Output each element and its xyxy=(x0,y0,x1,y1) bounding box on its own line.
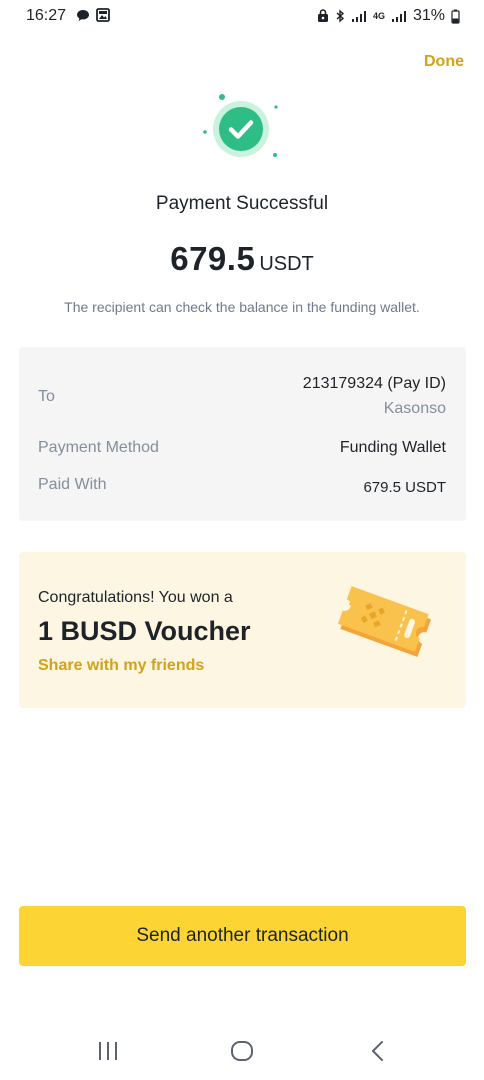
payment-method-label: Payment Method xyxy=(38,439,159,456)
status-notification-icons xyxy=(76,8,110,27)
bluetooth-icon xyxy=(335,9,345,23)
paid-with-label: Paid With xyxy=(38,476,107,493)
recipient-name: Kasonso xyxy=(383,400,446,417)
recent-apps-icon[interactable] xyxy=(88,1036,128,1066)
lock-icon xyxy=(317,9,329,23)
status-bar: 16:27 4G 31% xyxy=(0,0,484,34)
amount-currency: USDT xyxy=(259,253,314,275)
back-icon[interactable] xyxy=(358,1036,398,1066)
send-another-transaction-button[interactable]: Send another transaction xyxy=(19,906,466,966)
payment-details-card: To 213179324 (Pay ID) Kasonso Payment Me… xyxy=(19,347,466,521)
image-icon xyxy=(96,8,110,27)
voucher-congrats-text: Congratulations! You won a xyxy=(38,589,233,606)
payment-method-value: Funding Wallet xyxy=(339,439,446,456)
voucher-card: Congratulations! You won a 1 BUSD Vouche… xyxy=(19,552,466,708)
signal-icon-secondary xyxy=(391,10,407,23)
amount-value: 679.5 xyxy=(170,240,256,277)
checkmark-circle-icon xyxy=(201,94,281,164)
payment-amount: 679.5 USDT xyxy=(0,240,484,278)
done-button[interactable]: Done xyxy=(424,53,464,71)
voucher-title: 1 BUSD Voucher xyxy=(38,616,251,646)
voucher-ticket-icon xyxy=(330,586,440,666)
status-system-icons: 4G 31% xyxy=(317,7,460,25)
to-label: To xyxy=(38,388,55,405)
payment-status-title: Payment Successful xyxy=(155,193,329,214)
network-type-label: 4G xyxy=(372,10,385,21)
status-time: 16:27 xyxy=(26,7,67,24)
home-icon[interactable] xyxy=(222,1036,262,1066)
recipient-pay-id: 213179324 (Pay ID) xyxy=(302,375,446,392)
system-nav-bar xyxy=(0,1020,484,1080)
chat-bubble-icon xyxy=(76,9,90,27)
share-with-friends-link[interactable]: Share with my friends xyxy=(38,657,204,675)
battery-percent: 31% xyxy=(412,7,445,24)
signal-icon xyxy=(351,10,367,23)
battery-icon xyxy=(451,9,460,24)
recipient-notice: The recipient can check the balance in t… xyxy=(64,299,420,315)
paid-with-value: 679.5 USDT xyxy=(363,479,446,496)
